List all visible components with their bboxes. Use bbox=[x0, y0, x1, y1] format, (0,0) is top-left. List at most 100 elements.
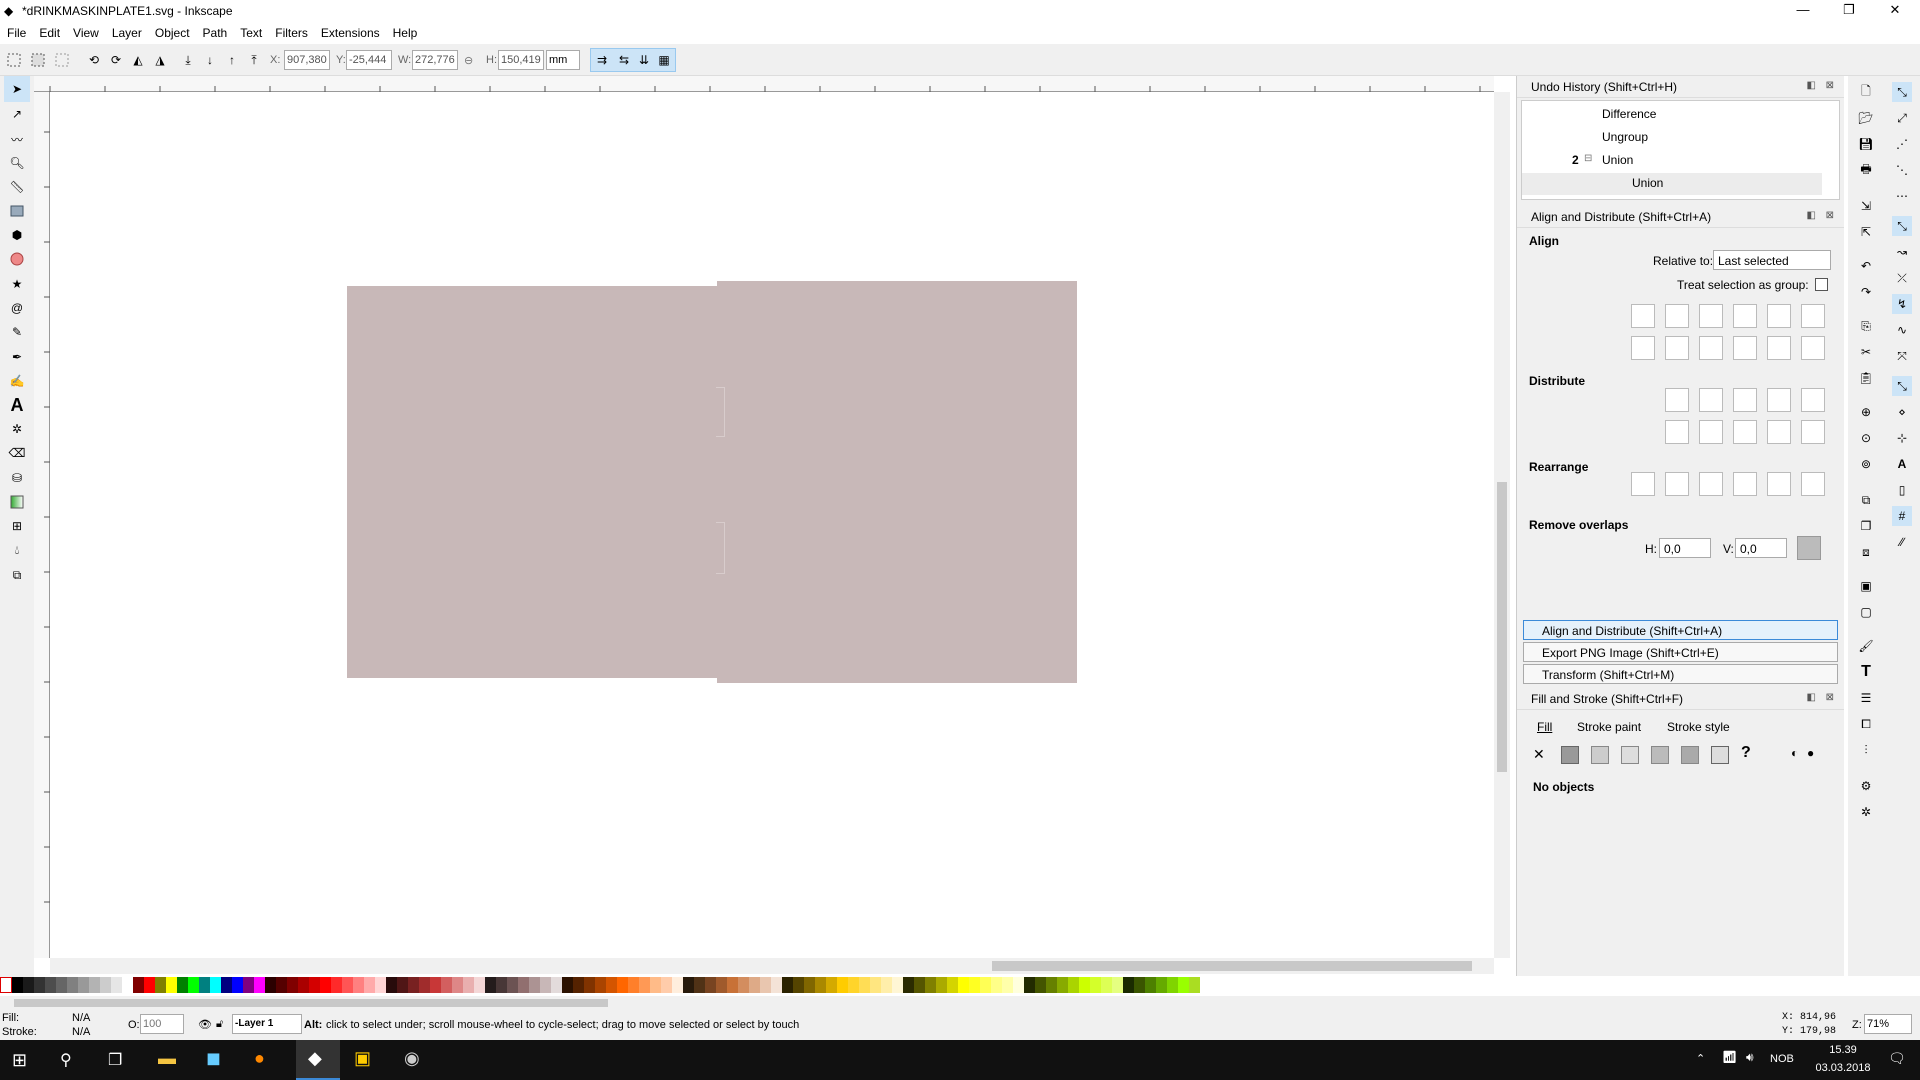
snap-object-midpoints-icon[interactable]: ⋄ bbox=[1892, 402, 1912, 422]
swatch[interactable] bbox=[628, 977, 639, 993]
swatch[interactable] bbox=[925, 977, 936, 993]
xml-editor-icon[interactable]: ⧠ bbox=[1856, 714, 1876, 734]
graph-layout-icon[interactable] bbox=[1631, 472, 1655, 496]
treat-group-checkbox[interactable] bbox=[1815, 278, 1828, 291]
raise-icon[interactable]: ↑ bbox=[222, 50, 242, 70]
transform-panel[interactable]: Transform (Shift+Ctrl+M) bbox=[1523, 664, 1838, 684]
swatch[interactable] bbox=[1046, 977, 1057, 993]
swatch[interactable] bbox=[540, 977, 551, 993]
swatch[interactable] bbox=[375, 977, 386, 993]
swatch[interactable] bbox=[969, 977, 980, 993]
horizontal-scrollbar[interactable] bbox=[50, 958, 1494, 974]
center-vertical-axis-icon[interactable] bbox=[1699, 304, 1723, 328]
distribute-bottom-icon[interactable] bbox=[1733, 420, 1757, 444]
fill-stroke-icon[interactable]: 🖌︎ bbox=[1856, 636, 1876, 656]
swatch[interactable] bbox=[738, 977, 749, 993]
swatch[interactable] bbox=[419, 977, 430, 993]
swatch[interactable] bbox=[1057, 977, 1068, 993]
swatch[interactable] bbox=[1134, 977, 1145, 993]
lock-icon[interactable]: ⊖ bbox=[464, 54, 473, 67]
redo-icon[interactable]: ↷ bbox=[1856, 282, 1876, 302]
clone-icon[interactable]: ❐ bbox=[1856, 516, 1876, 536]
swatch[interactable] bbox=[265, 977, 276, 993]
swatch[interactable] bbox=[474, 977, 485, 993]
swatch[interactable] bbox=[12, 977, 23, 993]
store-icon[interactable]: ◼ bbox=[206, 1048, 221, 1069]
swatch[interactable] bbox=[617, 977, 628, 993]
new-document-icon[interactable]: 🗋︎ bbox=[1856, 82, 1876, 102]
swatch[interactable] bbox=[639, 977, 650, 993]
swatch[interactable] bbox=[947, 977, 958, 993]
snap-page-border-icon[interactable]: ▯ bbox=[1892, 480, 1912, 500]
distribute-left-icon[interactable] bbox=[1665, 388, 1689, 412]
star-tool-icon[interactable]: ★ bbox=[4, 271, 30, 297]
swatch[interactable] bbox=[914, 977, 925, 993]
no-color-swatch[interactable] bbox=[0, 977, 12, 993]
swatch[interactable] bbox=[1002, 977, 1013, 993]
preferences-icon[interactable]: ✲ bbox=[1856, 802, 1876, 822]
exchange-z-icon[interactable] bbox=[1699, 472, 1723, 496]
swatch[interactable] bbox=[232, 977, 243, 993]
close-button[interactable]: ✕ bbox=[1872, 0, 1918, 22]
swatch[interactable] bbox=[23, 977, 34, 993]
align-left-to-right-icon[interactable] bbox=[1767, 304, 1791, 328]
menu-view[interactable]: View bbox=[66, 22, 105, 40]
swatch[interactable] bbox=[991, 977, 1002, 993]
windows-start-icon[interactable]: ⊞ bbox=[12, 1050, 27, 1071]
layer-visibility-icon[interactable]: 👁︎ bbox=[198, 1018, 212, 1031]
undo-history-close-icon[interactable]: ⊠ bbox=[1826, 80, 1834, 91]
menu-edit[interactable]: Edit bbox=[32, 22, 66, 40]
swatch[interactable] bbox=[1079, 977, 1090, 993]
undo-item[interactable]: Difference bbox=[1602, 107, 1656, 121]
snap-paths-icon[interactable]: ↝ bbox=[1892, 242, 1912, 262]
spiral-tool-icon[interactable]: @ bbox=[4, 295, 30, 321]
exchange-clockwise-icon[interactable] bbox=[1733, 472, 1757, 496]
snap-intersections-icon[interactable]: ⤫ bbox=[1892, 268, 1912, 288]
fill-stroke-close-icon[interactable]: ⊠ bbox=[1826, 692, 1834, 703]
eraser-tool-icon[interactable]: ⌫ bbox=[4, 440, 30, 466]
swatch[interactable] bbox=[441, 977, 452, 993]
distribute-center-h-icon[interactable] bbox=[1699, 388, 1723, 412]
swatch[interactable] bbox=[320, 977, 331, 993]
minimize-button[interactable]: — bbox=[1780, 0, 1826, 22]
pattern-icon[interactable] bbox=[1681, 746, 1699, 764]
swatch[interactable] bbox=[870, 977, 881, 993]
tweak-tool-icon[interactable]: 〰 bbox=[4, 126, 30, 152]
layer-select[interactable]: -Layer 1 bbox=[232, 1014, 302, 1034]
snap-grids-icon[interactable]: # bbox=[1892, 506, 1912, 526]
raise-top-icon[interactable]: ⤒ bbox=[244, 50, 264, 70]
randomize-icon[interactable] bbox=[1767, 472, 1791, 496]
fill-value[interactable]: N/A bbox=[72, 1012, 90, 1024]
swatch[interactable] bbox=[188, 977, 199, 993]
volume-icon[interactable]: 🔊︎ bbox=[1746, 1050, 1754, 1065]
swatch[interactable] bbox=[67, 977, 78, 993]
swatch[interactable] bbox=[661, 977, 672, 993]
align-bottom-icon[interactable] bbox=[1733, 336, 1757, 360]
swatch[interactable] bbox=[34, 977, 45, 993]
swatch[interactable] bbox=[353, 977, 364, 993]
zoom-page-icon[interactable]: ⊚ bbox=[1856, 454, 1876, 474]
fill-rule-nonzero-icon[interactable]: ● bbox=[1807, 746, 1814, 760]
x-input[interactable]: 907,380 bbox=[284, 50, 330, 70]
align-collapsed-panel[interactable]: Align and Distribute (Shift+Ctrl+A) bbox=[1523, 620, 1838, 640]
flip-horizontal-icon[interactable]: ◭ bbox=[128, 50, 148, 70]
swatch[interactable] bbox=[694, 977, 705, 993]
swatch[interactable] bbox=[760, 977, 771, 993]
rotate-ccw-icon[interactable]: ⟲ bbox=[84, 50, 104, 70]
ungroup-icon[interactable]: ▢ bbox=[1856, 602, 1876, 622]
swatch[interactable] bbox=[606, 977, 617, 993]
swatch[interactable] bbox=[397, 977, 408, 993]
swatch[interactable] bbox=[331, 977, 342, 993]
copy-icon[interactable]: ⎘ bbox=[1856, 316, 1876, 336]
measure-tool-icon[interactable]: 📏︎ bbox=[4, 174, 30, 200]
stroke-value[interactable]: N/A bbox=[72, 1026, 90, 1038]
firefox-icon[interactable]: ● bbox=[254, 1048, 265, 1069]
notifications-icon[interactable]: 🗨︎ bbox=[1888, 1050, 1906, 1067]
swatch[interactable] bbox=[364, 977, 375, 993]
tab-stroke-style[interactable]: Stroke style bbox=[1667, 720, 1730, 734]
swatch[interactable] bbox=[1156, 977, 1167, 993]
undo-history-iconify-icon[interactable]: ◧ bbox=[1807, 80, 1816, 91]
swatch[interactable] bbox=[683, 977, 694, 993]
swatch[interactable] bbox=[386, 977, 397, 993]
distribute-baseline-h-icon[interactable] bbox=[1801, 388, 1825, 412]
